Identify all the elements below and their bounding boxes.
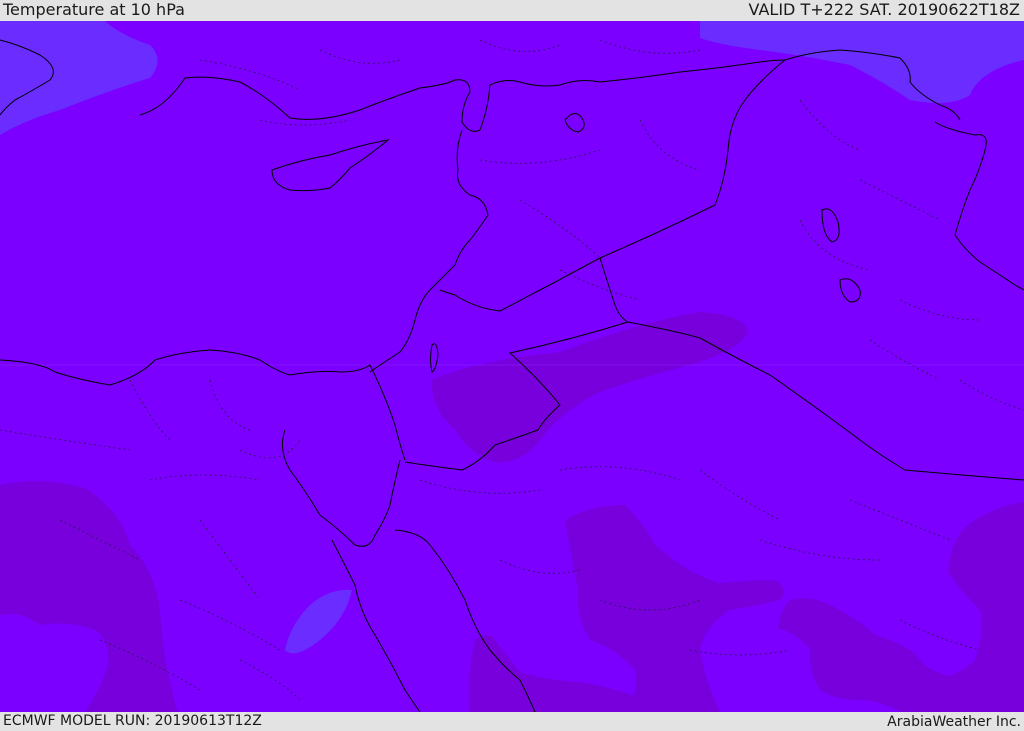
valid-time: VALID T+222 SAT. 20190622T18Z — [748, 0, 1020, 19]
map-footer: ECMWF MODEL RUN: 20190613T12Z ArabiaWeat… — [0, 712, 1024, 730]
map-header: Temperature at 10 hPa VALID T+222 SAT. 2… — [0, 0, 1024, 21]
brand-credit: ArabiaWeather Inc. — [887, 714, 1021, 730]
weather-map[interactable] — [0, 21, 1024, 712]
map-title: Temperature at 10 hPa — [3, 0, 185, 19]
model-run: ECMWF MODEL RUN: 20190613T12Z — [3, 713, 262, 729]
